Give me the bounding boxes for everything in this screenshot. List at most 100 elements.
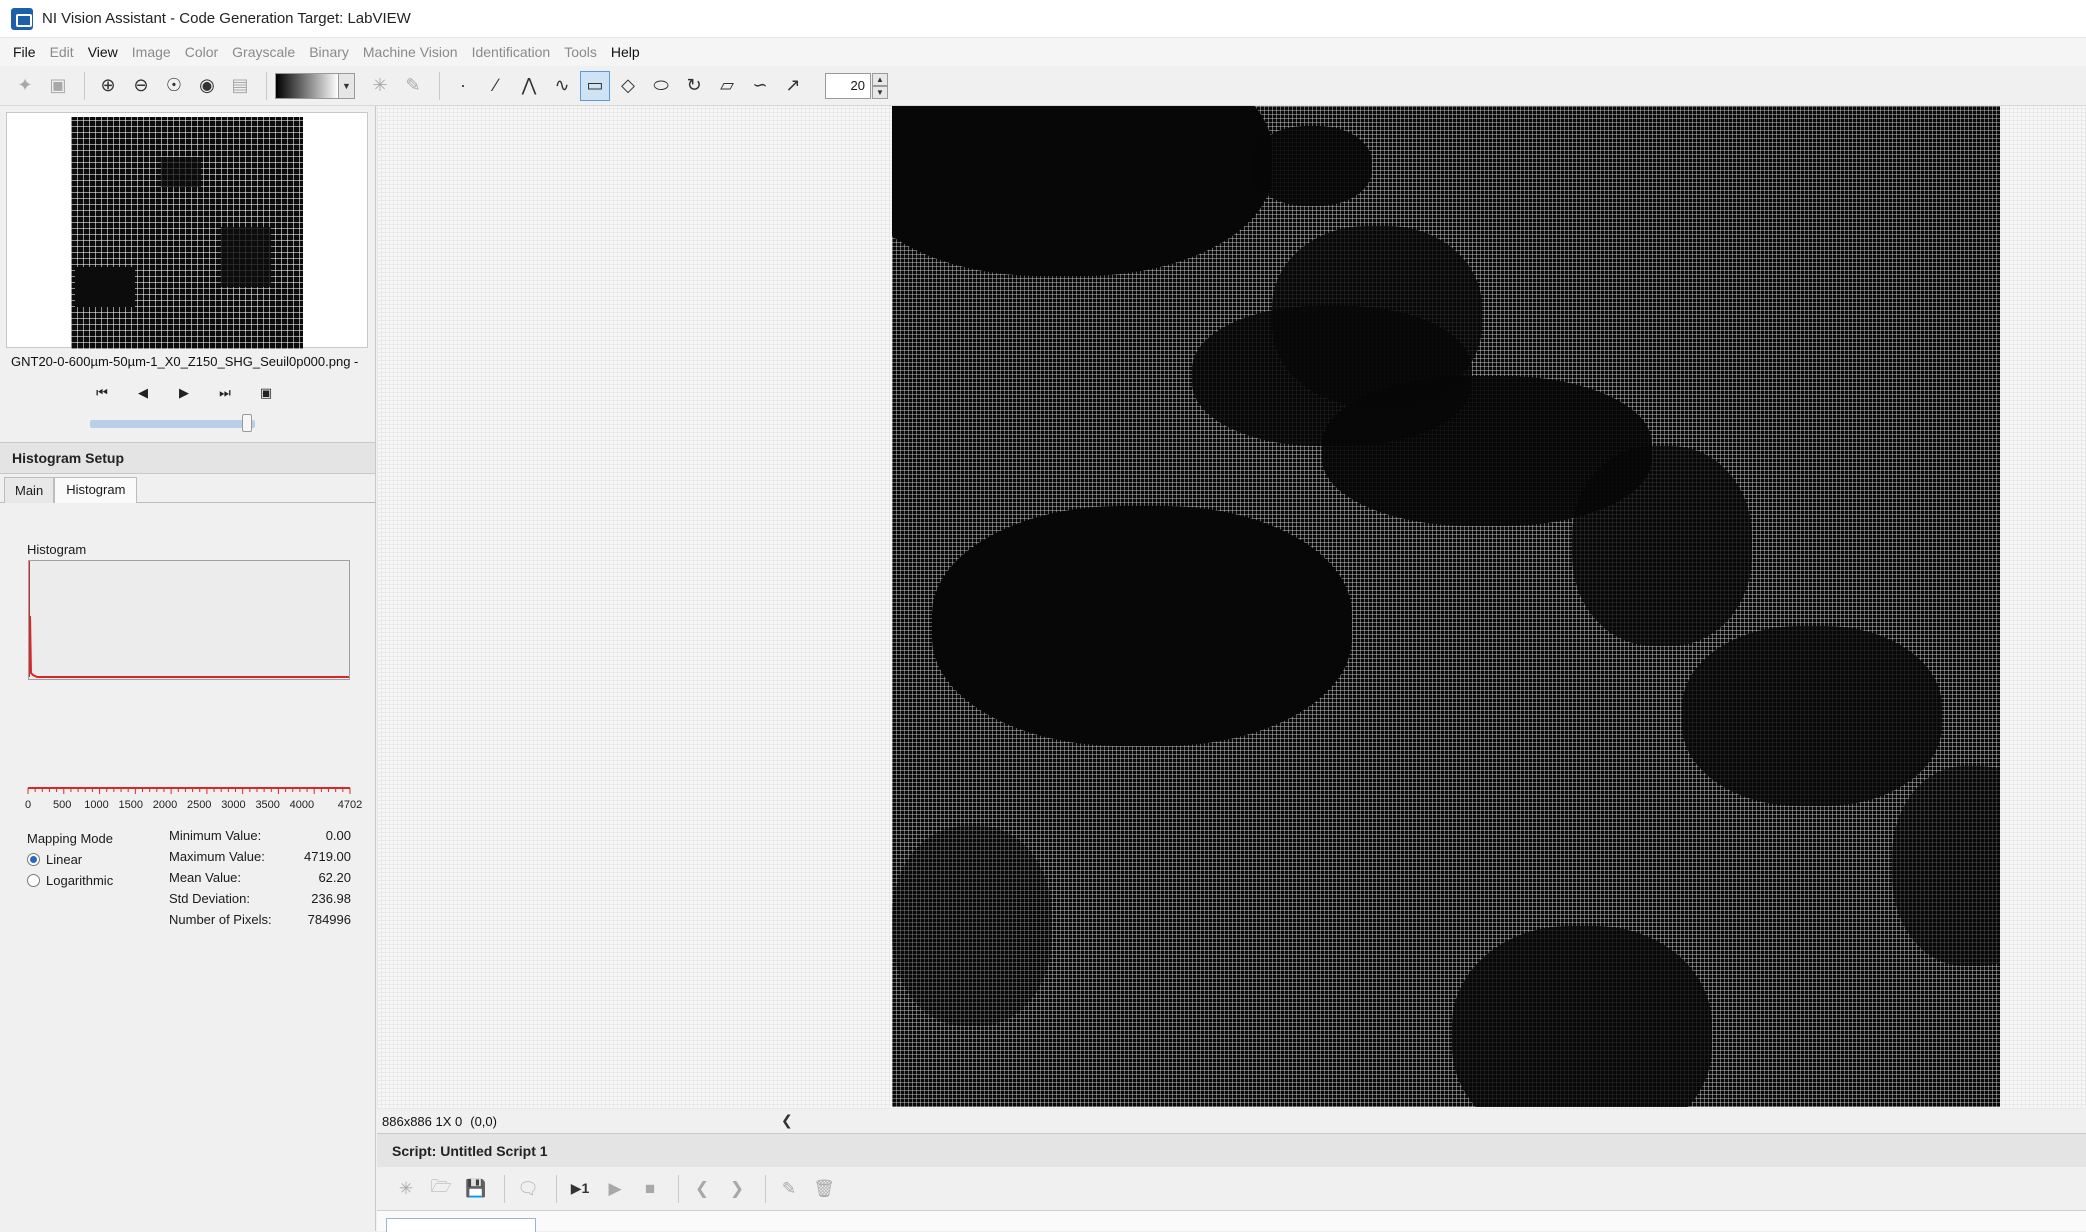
radio-logarithmic-label: Logarithmic: [46, 873, 114, 888]
threshold-icon[interactable]: ✳: [365, 71, 395, 101]
radio-linear-label: Linear: [46, 852, 83, 867]
axis-tick-label: 3000: [221, 799, 245, 811]
image-dark-region: [932, 506, 1352, 746]
radio-linear[interactable]: [27, 853, 40, 866]
stat-row: Mean Value: 62.20: [169, 870, 351, 891]
run-icon[interactable]: ▶: [600, 1174, 630, 1204]
stat-row: Maximum Value: 4719.00: [169, 849, 351, 870]
line-tool-icon[interactable]: ∕: [481, 71, 511, 101]
toolbar-separator: [84, 71, 85, 100]
histogram-graph: [28, 561, 349, 678]
slider-track: [90, 420, 255, 428]
image-dark-region: [1572, 446, 1752, 646]
polygon-tool-icon[interactable]: ▱: [712, 71, 742, 101]
menu-identification[interactable]: Identification: [465, 44, 558, 60]
point-tool-icon[interactable]: ·: [448, 71, 478, 101]
step-back-icon[interactable]: ❮: [687, 1174, 717, 1204]
main-image[interactable]: [892, 106, 2000, 1107]
menu-tools[interactable]: Tools: [557, 44, 604, 60]
image-canvas[interactable]: [377, 106, 2086, 1109]
first-image-icon[interactable]: ⏮: [88, 380, 116, 406]
save-script-icon[interactable]: 💾: [461, 1174, 491, 1204]
last-image-icon[interactable]: ⏭: [211, 380, 239, 406]
tab-histogram[interactable]: Histogram: [54, 477, 138, 503]
menu-machine-vision[interactable]: Machine Vision: [356, 44, 465, 60]
zoom-fit-icon[interactable]: ◉: [192, 71, 222, 101]
menu-edit[interactable]: Edit: [43, 44, 81, 60]
mapping-mode-group: Mapping Mode Linear Logarithmic: [27, 828, 113, 891]
broken-line-tool-icon[interactable]: ⋀: [514, 71, 544, 101]
browser-view-toggle-icon[interactable]: ▣: [252, 380, 280, 406]
app-icon: [11, 7, 33, 30]
toolbar-separator: [556, 1174, 557, 1203]
axis-tick-label: 2000: [153, 799, 177, 811]
image-size-status: 886x886 1X 0: [382, 1113, 463, 1129]
stat-label: Minimum Value:: [169, 828, 262, 843]
zoom-in-icon[interactable]: ⊕: [93, 71, 123, 101]
chevron-left-icon[interactable]: ❮: [781, 1112, 793, 1129]
menu-help[interactable]: Help: [604, 44, 647, 60]
open-script-icon[interactable]: 🗁: [426, 1174, 456, 1204]
image-dark-region: [892, 106, 1272, 276]
menu-binary[interactable]: Binary: [302, 44, 356, 60]
script-step-card[interactable]: [386, 1218, 536, 1232]
histogram-axis-svg: 0 500 1000 1500 2000 2500 3000 3500 4000 4702: [25, 787, 362, 811]
next-image-icon[interactable]: ▶: [170, 380, 198, 406]
step-forward-icon[interactable]: ❯: [722, 1174, 752, 1204]
mapping-log-option[interactable]: Logarithmic: [27, 870, 113, 891]
script-steps-area[interactable]: [377, 1211, 2086, 1232]
new-script-icon[interactable]: ✳: [391, 1174, 421, 1204]
annulus-tool-icon[interactable]: ↻: [679, 71, 709, 101]
image-status-bar: 886x886 1X 0 (0,0) ❮: [377, 1109, 2086, 1133]
menu-file[interactable]: File: [6, 44, 43, 60]
toolbar-separator: [266, 71, 267, 100]
browser-navigation: ⏮ ◀ ▶ ⏭ ▣: [88, 380, 293, 406]
image-browser[interactable]: [6, 112, 368, 349]
script-panel-title: Script: Untitled Script 1: [377, 1133, 2086, 1167]
mapping-linear-option[interactable]: Linear: [27, 849, 113, 870]
stat-row: Std Deviation: 236.98: [169, 891, 351, 912]
script-comment-icon[interactable]: 🗨: [513, 1174, 543, 1204]
stat-label: Mean Value:: [169, 870, 242, 885]
axis-tick-label: 1500: [118, 799, 142, 811]
selection-tool-icon[interactable]: ↗: [778, 71, 808, 101]
stop-icon[interactable]: ■: [635, 1174, 665, 1204]
delete-step-icon[interactable]: 🗑: [809, 1174, 839, 1204]
axis-tick-label: 4000: [290, 799, 314, 811]
zoom-out-icon[interactable]: ⊖: [126, 71, 156, 101]
zoom-spinner[interactable]: ▲ ▼: [872, 72, 888, 99]
save-image-icon[interactable]: ▣: [43, 71, 73, 101]
palette-select[interactable]: ▼: [275, 72, 355, 99]
window-title: NI Vision Assistant - Code Generation Ta…: [42, 10, 411, 27]
spin-up-icon[interactable]: ▲: [872, 72, 888, 86]
image-thumbnail[interactable]: [71, 117, 303, 349]
radio-logarithmic[interactable]: [27, 874, 40, 887]
setup-panel-title: Histogram Setup: [0, 442, 375, 474]
freehand-tool-icon[interactable]: ∽: [745, 71, 775, 101]
brush-icon[interactable]: ✎: [398, 71, 428, 101]
zoom-1to1-icon[interactable]: ☉: [159, 71, 189, 101]
menu-bar: File Edit View Image Color Grayscale Bin…: [0, 38, 2086, 66]
freehand-line-tool-icon[interactable]: ∿: [547, 71, 577, 101]
chevron-down-icon[interactable]: ▼: [338, 73, 354, 98]
menu-view[interactable]: View: [81, 44, 125, 60]
spin-down-icon[interactable]: ▼: [872, 85, 888, 99]
run-once-button[interactable]: ▶1: [565, 1174, 595, 1204]
setup-tabs: Main Histogram: [0, 477, 375, 503]
menu-grayscale[interactable]: Grayscale: [225, 44, 302, 60]
image-dark-region: [1682, 626, 1942, 806]
previous-image-icon[interactable]: ◀: [129, 380, 157, 406]
image-info-icon[interactable]: ▤: [225, 71, 255, 101]
slider-thumb[interactable]: [241, 414, 252, 432]
rotated-rectangle-tool-icon[interactable]: ◇: [613, 71, 643, 101]
menu-color[interactable]: Color: [178, 44, 225, 60]
edit-step-icon[interactable]: ✎: [774, 1174, 804, 1204]
zoom-value-input[interactable]: 20: [825, 72, 871, 99]
acquire-image-icon[interactable]: ✦: [10, 71, 40, 101]
rectangle-tool-icon[interactable]: ▭: [580, 70, 610, 101]
image-dark-region: [1892, 766, 2000, 966]
menu-image[interactable]: Image: [125, 44, 178, 60]
thumbnail-size-slider[interactable]: [90, 414, 260, 432]
oval-tool-icon[interactable]: ⬭: [646, 71, 676, 101]
tab-main[interactable]: Main: [4, 477, 55, 503]
